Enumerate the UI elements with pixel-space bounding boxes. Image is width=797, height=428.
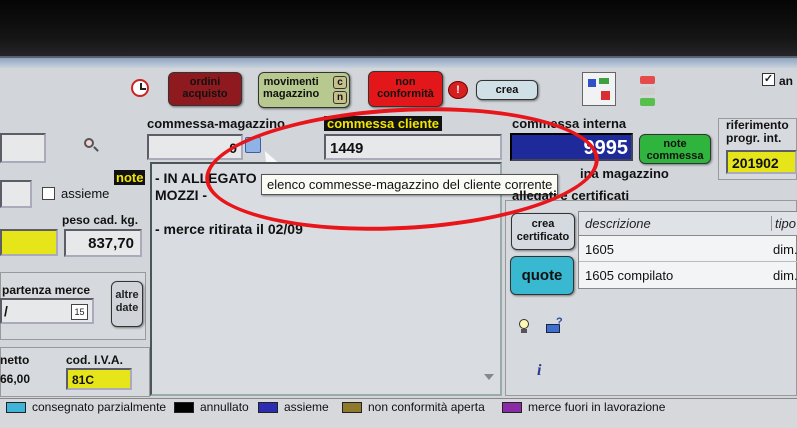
peso-field[interactable]: 837,70 <box>64 229 142 257</box>
ordini-acquisto-label: ordini acquisto <box>182 76 228 100</box>
crea-certificato-button[interactable]: crea certificato <box>511 213 575 250</box>
partenza-value: / <box>4 303 8 319</box>
toolbar-checkbox-label: an <box>779 74 794 88</box>
iva-field[interactable]: 81C <box>66 368 132 390</box>
info-icon[interactable]: i <box>537 362 541 380</box>
help-book-icon[interactable]: ? <box>546 316 564 334</box>
legend-swatch <box>6 402 26 413</box>
table-header-descrizione[interactable]: descrizione <box>585 216 651 231</box>
nc-alert-badge: ! <box>448 81 468 99</box>
legend-swatch <box>342 402 362 413</box>
screen-photo: ordini acquisto movimenti magazzino c n … <box>0 0 797 428</box>
window-titlebar <box>0 58 797 68</box>
note-commessa-button[interactable]: note commessa <box>639 134 711 164</box>
netto-value: 66,00 <box>0 372 31 386</box>
workflow-icon[interactable] <box>582 72 616 106</box>
iva-label: cod. I.V.A. <box>66 353 123 367</box>
legend-swatch <box>174 402 194 413</box>
calendar-icon[interactable]: 15 <box>71 304 88 320</box>
left-second-field[interactable] <box>0 180 32 208</box>
movimenti-c-button[interactable]: c <box>333 76 347 89</box>
non-conformita-button[interactable]: non conformità <box>368 71 443 107</box>
table-header-row: descrizione tipo <box>579 212 797 236</box>
movimenti-magazzino-label: movimenti magazzino <box>263 76 320 100</box>
lightbulb-icon[interactable] <box>517 318 531 334</box>
crea-button[interactable]: crea <box>476 80 538 100</box>
zoom-search-icon[interactable] <box>83 137 99 153</box>
legend-swatch <box>502 402 522 413</box>
non-conformita-label: non conformità <box>377 76 434 100</box>
ordini-acquisto-button[interactable]: ordini acquisto <box>168 72 242 106</box>
partenza-label: partenza merce <box>2 283 91 297</box>
table-row[interactable]: 1605 dim. <box>579 237 797 262</box>
notes-scroll-down-icon[interactable] <box>484 374 494 380</box>
table-cell-tipo: dim. <box>773 242 797 257</box>
legend-label: non conformità aperta <box>368 400 485 414</box>
quote-button[interactable]: quote <box>510 256 574 295</box>
assieme-checkbox[interactable] <box>42 187 55 200</box>
movimenti-n-button[interactable]: n <box>333 91 347 104</box>
clock-icon[interactable] <box>131 79 149 97</box>
movimenti-magazzino-button[interactable]: movimenti magazzino c n <box>258 72 350 108</box>
riferimento-label: riferimento progr. int. <box>726 118 789 145</box>
netto-label: netto <box>0 353 30 367</box>
legend-label: assieme <box>284 400 329 414</box>
yellow-left-field[interactable] <box>0 229 58 256</box>
note-label: note <box>114 170 146 185</box>
table-cell-tipo: dim. <box>773 268 797 283</box>
monitor-bezel <box>0 0 797 62</box>
table-header-tipo[interactable]: tipo <box>771 216 796 231</box>
legend-label: consegnato parzialmente <box>32 400 167 414</box>
legend-label: annullato <box>200 400 249 414</box>
traffic-light-icon <box>638 75 658 109</box>
table-cell-descrizione: 1605 <box>585 242 614 257</box>
legend-label: merce fuori in lavorazione <box>528 400 666 414</box>
left-top-field[interactable] <box>0 133 46 163</box>
table-row[interactable]: 1605 compilato dim. <box>579 263 797 288</box>
attachments-table: descrizione tipo 1605 dim. 1605 compilat… <box>578 211 797 289</box>
riferimento-field[interactable]: 201902 <box>726 150 797 174</box>
altre-date-button[interactable]: altre date <box>111 281 143 327</box>
assieme-label: assieme <box>61 186 110 201</box>
table-cell-descrizione: 1605 compilato <box>585 268 674 283</box>
peso-label: peso cad. kg. <box>62 213 139 227</box>
toolbar-checkbox[interactable]: ✓ <box>762 73 775 86</box>
commessa-magazzino-label: commessa-magazzino <box>147 116 285 131</box>
legend-swatch <box>258 402 278 413</box>
